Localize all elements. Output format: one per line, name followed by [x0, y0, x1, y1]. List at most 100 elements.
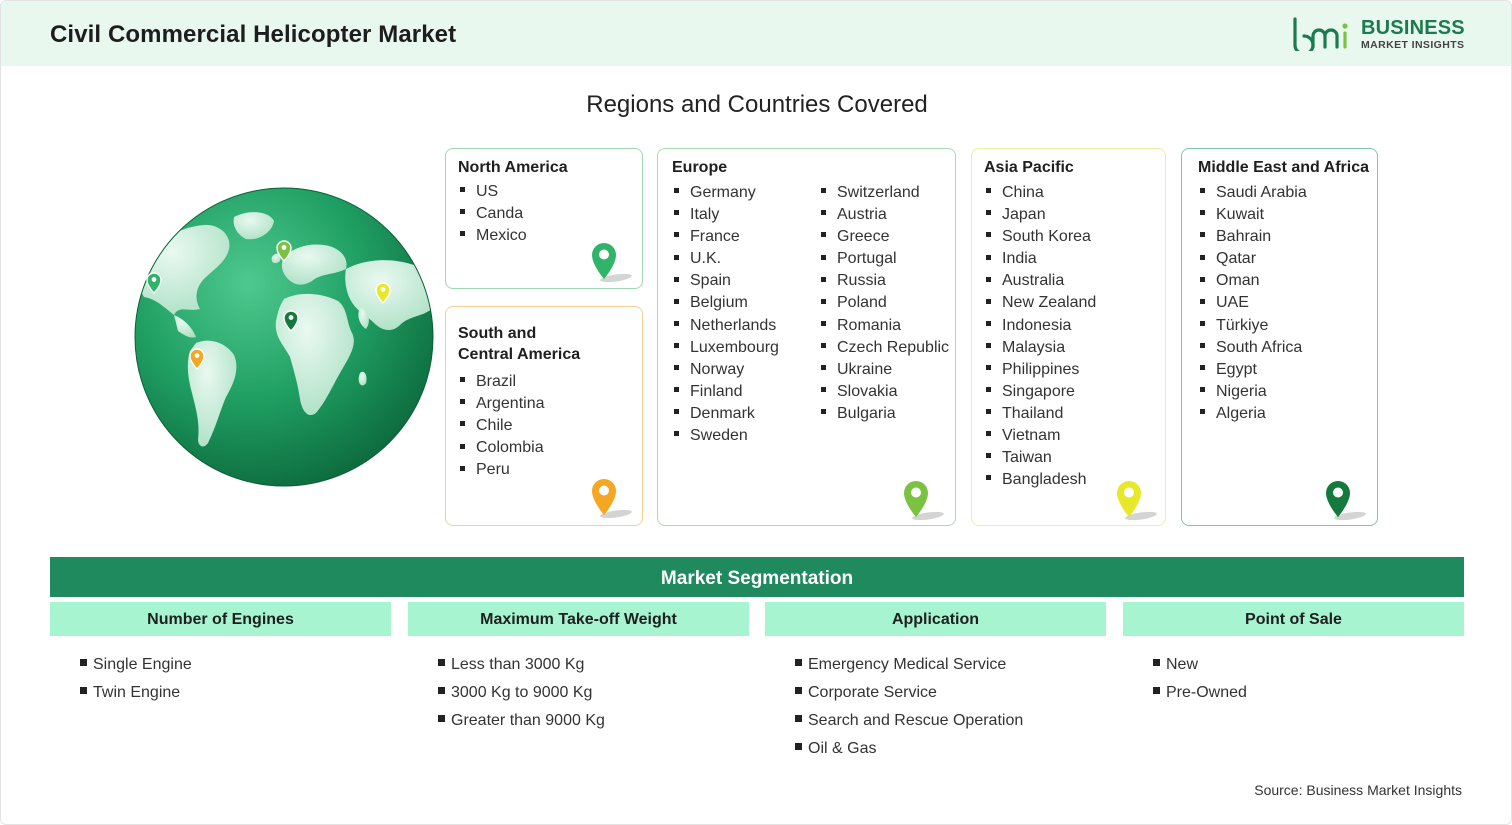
map-pin-icon	[904, 481, 944, 521]
list-item: Türkiye	[1200, 315, 1307, 337]
list-item: Slovakia	[821, 381, 949, 403]
list-item: Nigeria	[1200, 381, 1307, 403]
country-list-middle-east-africa: Saudi Arabia Kuwait Bahrain Qatar Oman U…	[1200, 182, 1307, 425]
segmentation-title-bar: Market Segmentation	[50, 557, 1464, 597]
list-item: Saudi Arabia	[1200, 182, 1307, 204]
list-item: Netherlands	[674, 315, 779, 337]
region-card-middle-east-africa: Middle East and Africa Saudi Arabia Kuwa…	[1181, 148, 1378, 526]
list-item: Czech Republic	[821, 337, 949, 359]
country-list-europe-col1: Germany Italy France U.K. Spain Belgium …	[674, 182, 779, 447]
region-card-south-central-america: South and Central America Brazil Argenti…	[445, 306, 643, 526]
list-item: Algeria	[1200, 403, 1307, 425]
region-title-line-1: South and	[458, 325, 537, 342]
list-item: Romania	[821, 315, 949, 337]
list-item: Oil & Gas	[795, 737, 1023, 765]
logo-text-market-insights: MARKET INSIGHTS	[1361, 39, 1465, 51]
list-item: Finland	[674, 381, 779, 403]
segment-list-point-of-sale: New Pre-Owned	[1153, 653, 1247, 709]
region-card-north-america: North America US Canda Mexico	[445, 148, 643, 289]
list-item: Search and Rescue Operation	[795, 709, 1023, 737]
list-item: Kuwait	[1200, 204, 1307, 226]
list-item: South Africa	[1200, 337, 1307, 359]
list-item: Corporate Service	[795, 681, 1023, 709]
list-item: Denmark	[674, 403, 779, 425]
list-item: Bahrain	[1200, 226, 1307, 248]
list-item: Chile	[460, 415, 545, 437]
list-item: South Korea	[986, 226, 1096, 248]
list-item: Bangladesh	[986, 469, 1096, 491]
list-item: Pre-Owned	[1153, 681, 1247, 709]
list-item: Switzerland	[821, 182, 949, 204]
regions-title: Regions and Countries Covered	[586, 91, 928, 118]
list-item: Indonesia	[986, 315, 1096, 337]
list-item: 3000 Kg to 9000 Kg	[438, 681, 605, 709]
header-bar: Civil Commercial Helicopter Market BUSIN…	[1, 1, 1511, 66]
list-item: India	[986, 248, 1096, 270]
list-item: Brazil	[460, 371, 545, 393]
region-title-europe: Europe	[672, 159, 728, 176]
list-item: Australia	[986, 270, 1096, 292]
list-item: Qatar	[1200, 248, 1307, 270]
list-item: Bulgaria	[821, 403, 949, 425]
list-item: China	[986, 182, 1096, 204]
region-title-middle-east-africa: Middle East and Africa	[1198, 159, 1369, 176]
region-title-north-america: North America	[458, 159, 568, 176]
list-item: Singapore	[986, 381, 1096, 403]
segment-header-max-takeoff-weight: Maximum Take-off Weight	[408, 602, 749, 636]
list-item: Canda	[460, 203, 527, 225]
list-item: New	[1153, 653, 1247, 681]
map-pin-icon	[592, 479, 632, 519]
list-item: Belgium	[674, 292, 779, 314]
region-card-asia-pacific: Asia Pacific China Japan South Korea Ind…	[971, 148, 1166, 526]
list-item: Greece	[821, 226, 949, 248]
list-item: Mexico	[460, 225, 527, 247]
country-list-asia-pacific: China Japan South Korea India Australia …	[986, 182, 1096, 491]
segment-header-application: Application	[765, 602, 1106, 636]
globe-icon	[134, 187, 434, 487]
brand-logo: BUSINESS MARKET INSIGHTS	[1291, 17, 1471, 53]
list-item: Germany	[674, 182, 779, 204]
list-item: Peru	[460, 459, 545, 481]
map-pin-icon	[1117, 481, 1157, 521]
list-item: Luxembourg	[674, 337, 779, 359]
bmi-logo-icon	[1293, 17, 1348, 51]
country-list-south-central-america: Brazil Argentina Chile Colombia Peru	[460, 371, 545, 481]
country-list-europe-col2: Switzerland Austria Greece Portugal Russ…	[821, 182, 949, 425]
list-item: Greater than 9000 Kg	[438, 709, 605, 737]
list-item: Spain	[674, 270, 779, 292]
list-item: U.K.	[674, 248, 779, 270]
list-item: US	[460, 181, 527, 203]
list-item: Norway	[674, 359, 779, 381]
segment-header-point-of-sale: Point of Sale	[1123, 602, 1464, 636]
region-title-south-central-america: South and Central America	[458, 323, 580, 365]
map-pin-icon	[592, 243, 632, 283]
list-item: Egypt	[1200, 359, 1307, 381]
list-item: Argentina	[460, 393, 545, 415]
list-item: Taiwan	[986, 447, 1096, 469]
map-pin-icon	[1326, 481, 1366, 521]
country-list-north-america: US Canda Mexico	[460, 181, 527, 247]
list-item: Russia	[821, 270, 949, 292]
list-item: Poland	[821, 292, 949, 314]
list-item: Less than 3000 Kg	[438, 653, 605, 681]
list-item: Oman	[1200, 270, 1307, 292]
list-item: France	[674, 226, 779, 248]
segment-header-number-of-engines: Number of Engines	[50, 602, 391, 636]
page-title: Civil Commercial Helicopter Market	[50, 21, 457, 48]
list-item: Vietnam	[986, 425, 1096, 447]
infographic-frame: Civil Commercial Helicopter Market BUSIN…	[0, 0, 1512, 825]
list-item: Sweden	[674, 425, 779, 447]
list-item: Italy	[674, 204, 779, 226]
list-item: Malaysia	[986, 337, 1096, 359]
list-item: Single Engine	[80, 653, 192, 681]
source-credit: Source: Business Market Insights	[1254, 782, 1462, 798]
segment-list-application: Emergency Medical Service Corporate Serv…	[795, 653, 1023, 765]
list-item: Austria	[821, 204, 949, 226]
list-item: Emergency Medical Service	[795, 653, 1023, 681]
logo-text-business: BUSINESS	[1361, 17, 1465, 39]
region-title-line-2: Central America	[458, 346, 581, 363]
list-item: Twin Engine	[80, 681, 192, 709]
list-item: Ukraine	[821, 359, 949, 381]
list-item: UAE	[1200, 292, 1307, 314]
list-item: Colombia	[460, 437, 545, 459]
